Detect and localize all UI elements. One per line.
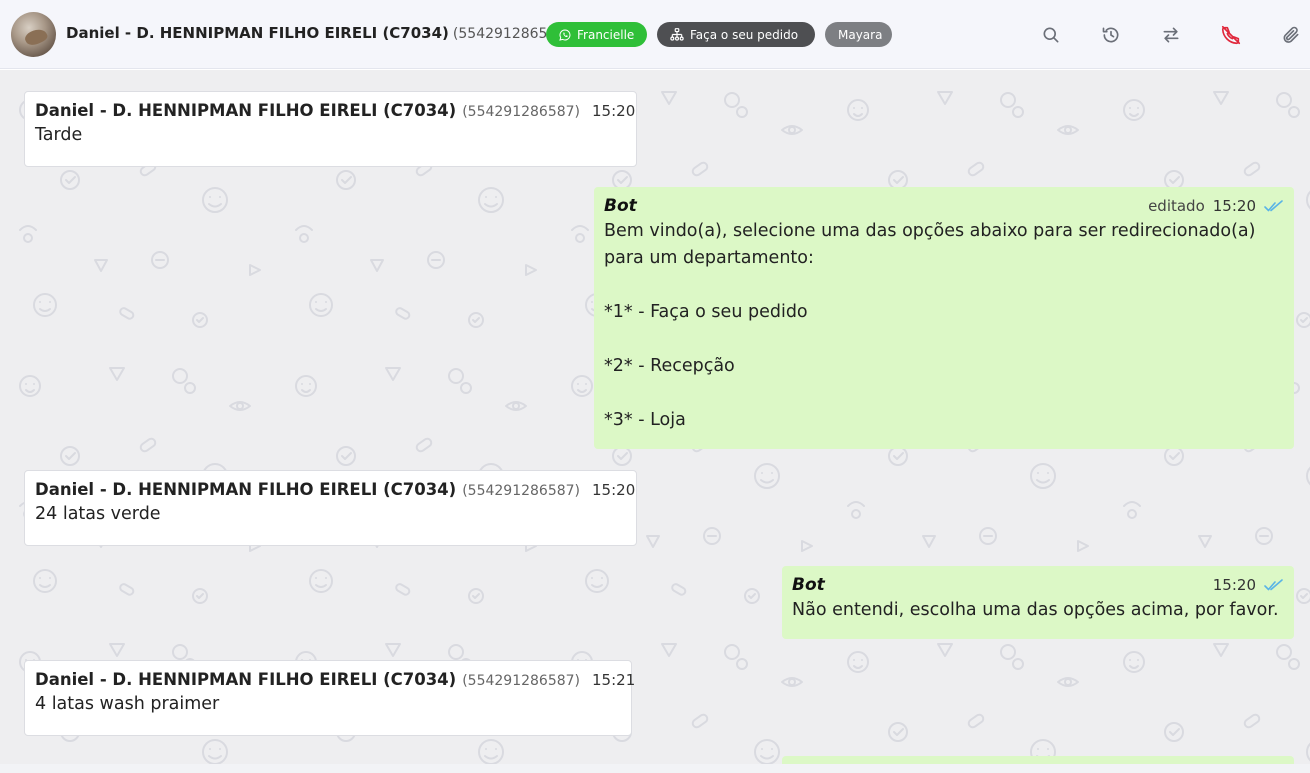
transfer-icon	[1163, 27, 1179, 43]
read-ticks-icon	[1264, 579, 1283, 591]
chat-header: Daniel - D. HENNIPMAN FILHO EIRELI (C703…	[0, 0, 1310, 69]
message-time: 15:20	[1212, 576, 1256, 594]
read-ticks-icon	[1264, 200, 1283, 212]
message-header: Bot 15:20	[792, 575, 1284, 595]
message-meta: editado 15:20	[1148, 197, 1284, 215]
tag-department[interactable]: Faça o seu pedido	[657, 22, 815, 47]
attachment-button[interactable]	[1278, 22, 1304, 48]
contact-title[interactable]: Daniel - D. HENNIPMAN FILHO EIRELI (C703…	[66, 24, 571, 42]
message-incoming[interactable]: Daniel - D. HENNIPMAN FILHO EIRELI (C703…	[24, 91, 637, 167]
message-sender: Daniel - D. HENNIPMAN FILHO EIRELI (C703…	[35, 480, 457, 499]
message-time: 15:21	[592, 671, 636, 689]
message-header: Daniel - D. HENNIPMAN FILHO EIRELI (C703…	[35, 670, 635, 689]
history-icon	[1102, 27, 1119, 43]
end-call-button[interactable]	[1218, 22, 1244, 48]
tag-user[interactable]: Mayara	[825, 22, 892, 47]
composer-edge	[0, 764, 1310, 773]
message-header: Daniel - D. HENNIPMAN FILHO EIRELI (C703…	[35, 101, 635, 120]
message-outgoing[interactable]: Bot 15:20 Não entendi, escolha uma das o…	[782, 566, 1294, 639]
edited-label: editado	[1148, 197, 1205, 215]
message-meta: 15:20	[1213, 576, 1284, 594]
chat-messages-area[interactable]: Daniel - D. HENNIPMAN FILHO EIRELI (C703…	[0, 70, 1310, 773]
tag-attendant[interactable]: Francielle	[546, 22, 647, 47]
message-sender: Bot	[792, 575, 825, 595]
message-sender-phone: (554291286587)	[462, 673, 581, 689]
message-text: 4 latas wash praimer	[35, 694, 220, 714]
message-sender: Bot	[604, 196, 637, 216]
message-time: 15:20	[592, 102, 636, 120]
message-sender-phone: (554291286587)	[462, 104, 581, 120]
message-time: 15:20	[592, 481, 636, 499]
message-text: Não entendi, escolha uma das opções acim…	[792, 600, 1279, 620]
search-icon	[1043, 27, 1059, 43]
tag-user-label: Mayara	[838, 27, 883, 42]
message-header: Daniel - D. HENNIPMAN FILHO EIRELI (C703…	[35, 480, 635, 499]
message-header: Bot editado 15:20	[604, 196, 1284, 216]
message-text: Tarde	[35, 125, 83, 145]
message-sender: Daniel - D. HENNIPMAN FILHO EIRELI (C703…	[35, 670, 457, 689]
transfer-button[interactable]	[1158, 22, 1184, 48]
end-call-icon	[1221, 25, 1241, 45]
tag-department-label: Faça o seu pedido	[690, 27, 799, 42]
message-outgoing[interactable]: Bot editado 15:20 Bem vindo(a), selecion…	[594, 187, 1294, 449]
message-text: 24 latas verde	[35, 504, 161, 524]
whatsapp-icon	[559, 28, 571, 41]
message-sender-phone: (554291286587)	[462, 483, 581, 499]
tag-attendant-label: Francielle	[577, 27, 635, 42]
sitemap-icon	[670, 28, 684, 41]
contact-avatar[interactable]	[11, 12, 56, 57]
message-text: Bem vindo(a), selecione uma das opções a…	[604, 221, 1256, 430]
message-sender: Daniel - D. HENNIPMAN FILHO EIRELI (C703…	[35, 101, 457, 120]
contact-name: Daniel - D. HENNIPMAN FILHO EIRELI (C703…	[66, 24, 449, 42]
search-button[interactable]	[1038, 22, 1064, 48]
message-incoming[interactable]: Daniel - D. HENNIPMAN FILHO EIRELI (C703…	[24, 660, 635, 736]
attachment-icon	[1283, 26, 1299, 43]
message-incoming[interactable]: Daniel - D. HENNIPMAN FILHO EIRELI (C703…	[24, 470, 637, 546]
message-time: 15:20	[1212, 197, 1256, 215]
history-button[interactable]	[1098, 22, 1124, 48]
